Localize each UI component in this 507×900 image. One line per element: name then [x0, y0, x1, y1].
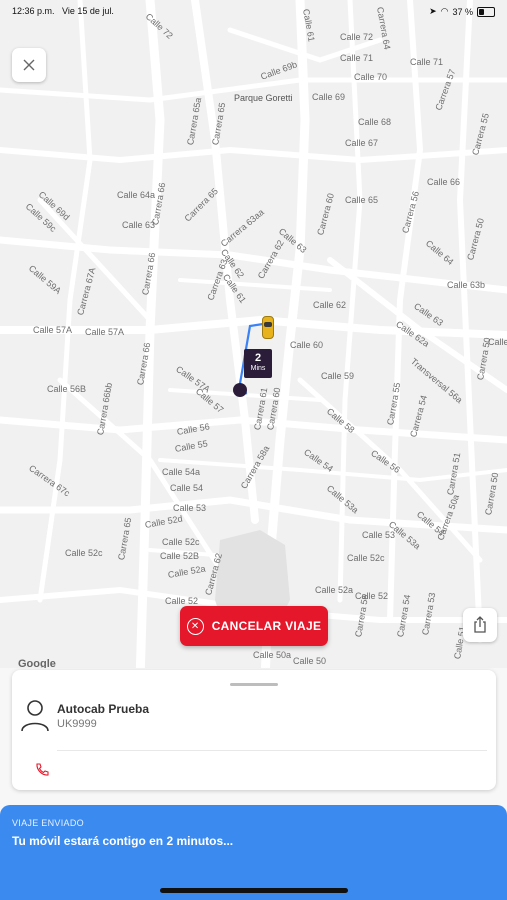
- street-label: Calle 52c: [347, 553, 385, 563]
- status-time: 12:36 p.m. Vie 15 de jul.: [12, 6, 114, 16]
- share-icon: [474, 616, 486, 633]
- divider: [57, 750, 487, 751]
- street-label: Calle 62: [313, 300, 347, 310]
- driver-name: Autocab Prueba: [57, 702, 150, 716]
- driver-card: [12, 670, 496, 790]
- cancel-trip-button[interactable]: ✕ CANCELAR VIAJE: [180, 606, 328, 646]
- home-indicator: [160, 888, 348, 893]
- street-label: Calle 52c: [162, 537, 200, 547]
- battery-percent: 37 %: [452, 6, 473, 17]
- street-label: Calle 52B: [160, 551, 200, 561]
- street-label: Calle 52: [165, 596, 199, 606]
- cancel-icon: ✕: [186, 617, 204, 635]
- street-label: Calle 52c: [65, 548, 103, 558]
- close-button[interactable]: [12, 48, 46, 82]
- street-label: Calle 50a: [253, 650, 292, 660]
- street-label: Calle 67: [345, 138, 379, 148]
- cancel-trip-label: CANCELAR VIAJE: [211, 619, 322, 633]
- park-label: Parque Goretti: [234, 93, 293, 103]
- sheet-handle[interactable]: [230, 683, 278, 686]
- location-icon: ➤: [429, 6, 437, 16]
- street-label: Calle 50: [293, 656, 327, 666]
- street-label: Calle 64a: [117, 190, 156, 200]
- street-label: Calle 65: [345, 195, 379, 205]
- street-label: Calle 54: [170, 483, 204, 493]
- wifi-icon: ◠: [440, 6, 449, 16]
- street-label: Calle 66: [427, 177, 461, 187]
- street-label: Calle 59: [321, 371, 355, 381]
- close-icon: [23, 59, 35, 71]
- banner-message: Tu móvil estará contigo en 2 minutos...: [12, 834, 234, 848]
- street-label: Calle 63b: [447, 280, 486, 290]
- street-label: Calle 53: [173, 503, 207, 513]
- pickup-icon: [233, 383, 247, 397]
- street-label: Calle 60: [290, 340, 324, 350]
- street-label: Calle 72: [340, 32, 374, 42]
- street-label: Calle 57A: [33, 325, 73, 335]
- share-button[interactable]: [463, 608, 497, 642]
- street-label: Calle 56B: [47, 384, 87, 394]
- eta-value: 2: [254, 352, 262, 364]
- map-view[interactable]: Calle 72 Calle 61 Carrera 64 Calle 72 Calle …: [0, 0, 507, 680]
- vehicle-plate: UK9999: [57, 718, 97, 730]
- status-bar: 12:36 p.m. Vie 15 de jul. ➤ ◠ 37 %: [0, 0, 507, 22]
- status-right: ➤ ◠ 37 %: [429, 6, 495, 17]
- phone-icon[interactable]: [34, 762, 50, 778]
- eta-unit: Mins: [250, 365, 266, 372]
- street-label: Calle 54a: [162, 467, 201, 477]
- street-label: Calle 70: [354, 72, 388, 82]
- street-label: Calle 71: [340, 53, 374, 63]
- street-label: Calle 52a: [315, 585, 354, 595]
- banner-title: VIAJE ENVIADO: [12, 818, 84, 828]
- street-label: Calle 71: [410, 57, 444, 67]
- battery-icon: [477, 6, 495, 17]
- car-icon: [262, 316, 274, 339]
- street-label: Calle 53: [362, 530, 396, 540]
- street-label: Calle 68: [358, 117, 392, 127]
- user-icon: [21, 700, 49, 732]
- street-label: Calle 69: [312, 92, 346, 102]
- eta-marker: 2 Mins: [244, 349, 272, 378]
- street-label: Calle 57A: [85, 327, 125, 337]
